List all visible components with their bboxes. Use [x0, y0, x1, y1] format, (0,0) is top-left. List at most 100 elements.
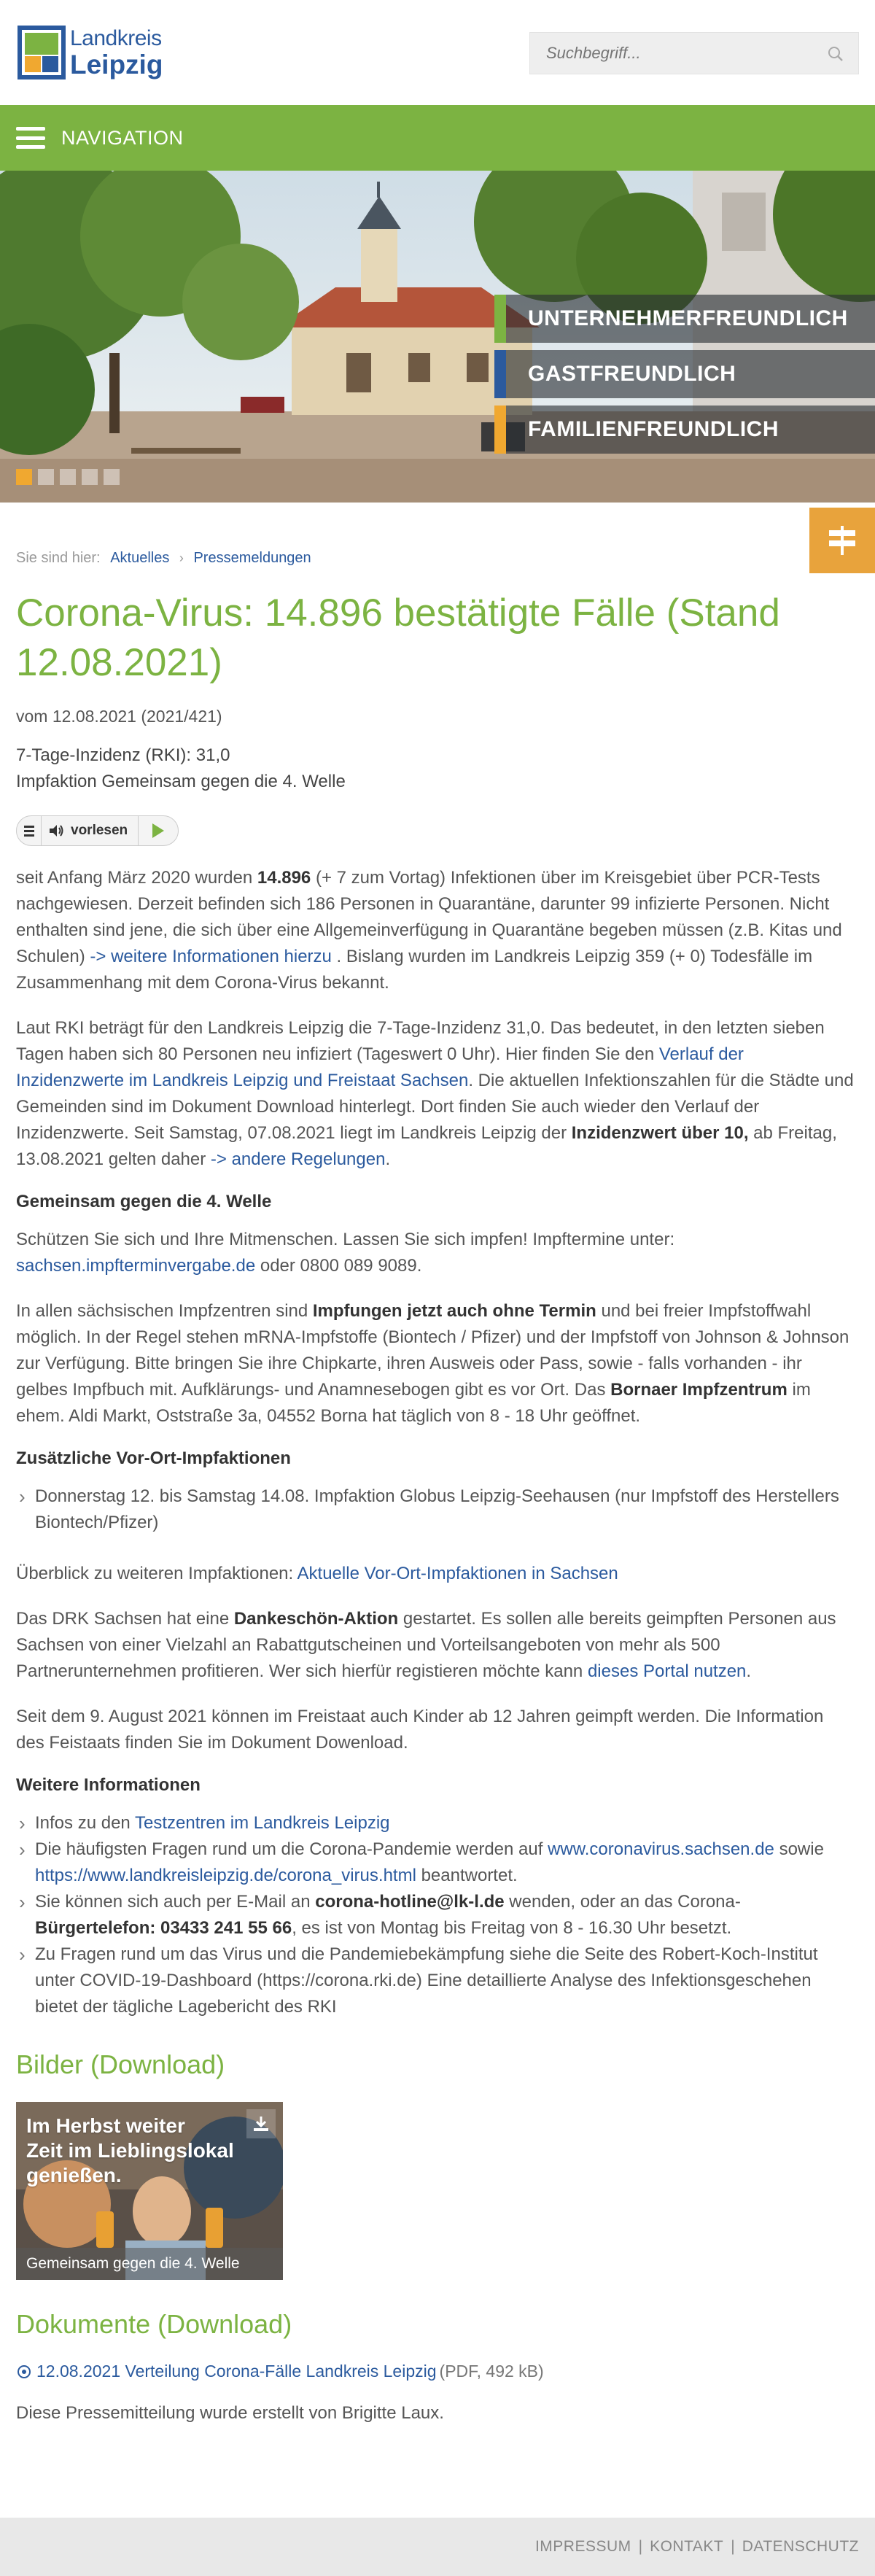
weitere-list: Infos zu den Testzentren im Landkreis Le… — [16, 1810, 855, 2020]
breadcrumb-item-pressemeldungen[interactable]: Pressemeldungen — [193, 550, 311, 566]
breadcrumb-item-aktuelles[interactable]: Aktuelles — [110, 550, 169, 566]
paragraph-impfzentren: In allen sächsischen Impfzentren sind Im… — [16, 1298, 855, 1429]
hero-slider: UNTERNEHMERFREUNDLICH GASTFREUNDLICH FAM… — [0, 171, 875, 503]
site-header: Landkreis Leipzig — [0, 0, 875, 105]
text: Die häufigsten Fragen rund um die Corona… — [35, 1839, 548, 1859]
more-info-link[interactable]: -> weitere Informationen hierzu — [90, 947, 332, 966]
navigation-label[interactable]: NAVIGATION — [61, 127, 184, 150]
logo-line1: Landkreis — [70, 26, 162, 50]
slogan-text: FAMILIENFREUNDLICH — [528, 417, 779, 441]
slogan-unternehmerfreundlich[interactable]: UNTERNEHMERFREUNDLICH — [494, 295, 875, 343]
promo-line: genießen. — [26, 2164, 122, 2187]
list-item: Donnerstag 12. bis Samstag 14.08. Impfak… — [16, 1483, 855, 1536]
slider-dot[interactable] — [16, 469, 32, 485]
hamburger-menu-icon[interactable] — [16, 127, 45, 149]
list-item: Sie können sich auch per E-Mail an coron… — [16, 1889, 855, 1941]
document-download: 12.08.2021 Verteilung Corona-Fälle Landk… — [16, 2362, 855, 2381]
text: . — [385, 1149, 391, 1169]
site-footer: IMPRESSUM | KONTAKT | DATENSCHUTZ — [0, 2518, 875, 2576]
breadcrumb-prefix: Sie sind hier: — [16, 550, 101, 566]
footer-link-kontakt[interactable]: KONTAKT — [650, 2538, 723, 2556]
bold-text: Impfungen jetzt auch ohne Termin — [312, 1301, 596, 1321]
paragraph-kinder: Seit dem 9. August 2021 können im Freist… — [16, 1707, 824, 1753]
heading-welle: Gemeinsam gegen die 4. Welle — [16, 1192, 272, 1211]
slider-dot[interactable] — [38, 469, 54, 485]
logo-line2: Leipzig — [70, 49, 163, 79]
slogan-text: GASTFREUNDLICH — [528, 362, 736, 386]
hotline-phone: Bürgertelefon: 03433 241 55 66 — [35, 1918, 292, 1938]
bold-text: Dankeschön-Aktion — [233, 1609, 399, 1629]
landkreis-corona-link[interactable]: https://www.landkreisleipzig.de/corona_v… — [35, 1866, 416, 1885]
list-item: Infos zu den Testzentren im Landkreis Le… — [16, 1810, 855, 1836]
vorort-list: Donnerstag 12. bis Samstag 14.08. Impfak… — [16, 1483, 855, 1536]
heading-weitere: Weitere Informationen — [16, 1775, 201, 1795]
slider-dots — [16, 469, 125, 485]
promo-line: Zeit im Lieblingslokal — [26, 2139, 234, 2162]
document-link[interactable]: 12.08.2021 Verteilung Corona-Fälle Landk… — [36, 2362, 437, 2381]
image-caption: Gemeinsam gegen die 4. Welle — [16, 2248, 283, 2280]
readspeaker-menu-icon[interactable] — [17, 816, 42, 845]
heading-dokumente: Dokumente (Download) — [16, 2309, 292, 2339]
text: , es ist von Montag bis Freitag von 8 - … — [292, 1918, 732, 1938]
navigation-bar[interactable]: NAVIGATION — [0, 105, 875, 171]
text: sowie — [774, 1839, 824, 1859]
slogan-familienfreundlich[interactable]: FAMILIENFREUNDLICH — [494, 406, 875, 454]
page-title: Corona-Virus: 14.896 bestätigte Fälle (S… — [16, 591, 780, 684]
paragraph-drk: Das DRK Sachsen hat eine Dankeschön-Akti… — [16, 1606, 855, 1685]
vorort-impfaktionen-link[interactable]: Aktuelle Vor-Ort-Impfaktionen in Sachsen — [298, 1564, 618, 1583]
heading-bilder: Bilder (Download) — [16, 2049, 225, 2079]
readspeaker-label: vorlesen — [71, 823, 128, 838]
text: Überblick zu weiteren Impfaktionen: — [16, 1564, 298, 1583]
download-image-card[interactable]: Im Herbst weiter Zeit im Lieblingslokal … — [16, 2102, 283, 2280]
publish-date: vom 12.08.2021 (2021/421) — [16, 707, 222, 726]
paragraph-cases: seit Anfang März 2020 wurden 14.896 (+ 7… — [16, 865, 855, 996]
text: seit Anfang März 2020 wurden — [16, 868, 257, 888]
breadcrumb: Sie sind hier: Aktuelles › Pressemeldung… — [16, 550, 855, 567]
other-rules-link[interactable]: -> andere Regelungen — [211, 1149, 386, 1169]
list-item: Die häufigsten Fragen rund um die Corona… — [16, 1836, 855, 1889]
readspeaker-button[interactable]: vorlesen — [42, 816, 139, 845]
paragraph-incidence: Laut RKI beträgt für den Landkreis Leipz… — [16, 1015, 855, 1173]
testzentren-link[interactable]: Testzentren im Landkreis Leipzig — [135, 1813, 390, 1833]
hotline-email: corona-hotline@lk-l.de — [315, 1892, 505, 1912]
text: Infos zu den — [35, 1813, 135, 1833]
document-size: (PDF, 492 kB) — [439, 2362, 544, 2381]
footer-link-impressum[interactable]: IMPRESSUM — [535, 2538, 631, 2556]
text: wenden, oder an das Corona- — [504, 1892, 741, 1912]
slogan-gastfreundlich[interactable]: GASTFREUNDLICH — [494, 350, 875, 398]
hero-slogans: UNTERNEHMERFREUNDLICH GASTFREUNDLICH FAM… — [494, 295, 875, 461]
text: . — [746, 1661, 752, 1681]
slider-dot[interactable] — [104, 469, 120, 485]
search-box — [529, 32, 859, 74]
download-circle-icon — [18, 2364, 31, 2378]
logo-mark-icon — [16, 24, 67, 81]
download-icon[interactable] — [246, 2109, 276, 2138]
case-count: 14.896 — [257, 868, 311, 888]
portal-link[interactable]: dieses Portal nutzen — [588, 1661, 746, 1681]
footer-divider: | — [638, 2538, 643, 2555]
footer-divider: | — [731, 2538, 735, 2555]
footer-link-datenschutz[interactable]: DATENSCHUTZ — [742, 2538, 859, 2556]
slider-dot[interactable] — [60, 469, 76, 485]
text: Das DRK Sachsen hat eine — [16, 1609, 234, 1629]
promo-line: Im Herbst weiter — [26, 2114, 185, 2137]
paragraph-overview: Überblick zu weiteren Impfaktionen: Aktu… — [16, 1561, 855, 1587]
text: Schützen Sie sich und Ihre Mitmenschen. … — [16, 1230, 675, 1249]
impfterminvergabe-link[interactable]: sachsen.impfterminvergabe.de — [16, 1256, 255, 1276]
breadcrumb-separator: › — [179, 551, 184, 565]
search-icon[interactable] — [828, 46, 844, 62]
text: Sie können sich auch per E-Mail an — [35, 1892, 316, 1912]
site-logo[interactable]: Landkreis Leipzig — [16, 22, 169, 83]
coronavirus-sachsen-link[interactable]: www.coronavirus.sachsen.de — [548, 1839, 774, 1859]
author-note: Diese Pressemitteilung wurde erstellt vo… — [16, 2403, 444, 2423]
text: beantwortet. — [416, 1866, 518, 1885]
subtitle: 7-Tage-Inzidenz (RKI): 31,0 Impfaktion G… — [16, 742, 855, 795]
paragraph-impftermine: Schützen Sie sich und Ihre Mitmenschen. … — [16, 1227, 855, 1279]
promo-text: Im Herbst weiter Zeit im Lieblingslokal … — [26, 2114, 234, 2188]
play-icon[interactable] — [139, 816, 178, 845]
main-content: Sie sind hier: Aktuelles › Pressemeldung… — [16, 540, 855, 2424]
slider-dot[interactable] — [82, 469, 98, 485]
text: In allen sächsischen Impfzentren sind — [16, 1301, 313, 1321]
search-input[interactable] — [530, 33, 858, 74]
speaker-icon — [50, 825, 63, 837]
